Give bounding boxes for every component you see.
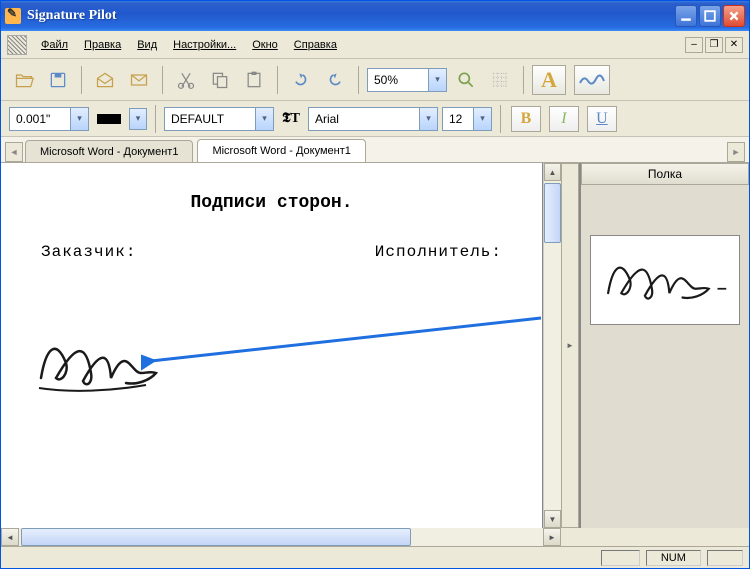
text-tool-button[interactable]: A xyxy=(532,65,566,95)
doc-horizontal-scrollbar[interactable]: ◄ ► xyxy=(1,528,749,546)
shelf-panel: Полка xyxy=(579,163,749,528)
color-dropdown[interactable]: ▾ xyxy=(129,108,147,130)
grid-button[interactable] xyxy=(485,65,515,95)
toolbar-main: A xyxy=(1,59,749,101)
scroll-left-button[interactable]: ◄ xyxy=(1,528,19,546)
italic-button[interactable]: I xyxy=(549,106,579,132)
mdi-minimize-button[interactable]: – xyxy=(685,37,703,53)
document-tabbar: ◄ Microsoft Word - Документ1 Microsoft W… xyxy=(1,137,749,163)
zoom-dropdown-button[interactable] xyxy=(428,69,446,91)
line-width-combo[interactable] xyxy=(9,107,89,131)
tab-doc2[interactable]: Microsoft Word - Документ1 xyxy=(197,139,365,162)
font-style-input[interactable] xyxy=(165,112,255,126)
tab-doc1[interactable]: Microsoft Word - Документ1 xyxy=(25,140,193,162)
signature-tool-button[interactable] xyxy=(574,65,610,95)
document-content: Подписи сторон. Заказчик: Исполнитель: xyxy=(1,163,542,528)
undo-button[interactable] xyxy=(286,65,316,95)
window-title: Signature Pilot xyxy=(27,8,675,24)
cut-button[interactable] xyxy=(171,65,201,95)
scroll-down-button[interactable]: ▼ xyxy=(544,510,561,528)
save-button[interactable] xyxy=(43,65,73,95)
drag-arrow-icon xyxy=(141,313,543,373)
mdi-close-button[interactable]: ✕ xyxy=(725,37,743,53)
font-family-dropdown[interactable] xyxy=(419,108,437,130)
toolbar-separator xyxy=(358,66,359,94)
underline-button[interactable]: U xyxy=(587,106,617,132)
doc-vertical-scrollbar[interactable]: ▲ ▼ xyxy=(543,163,561,528)
open-button[interactable] xyxy=(9,65,39,95)
redo-button[interactable] xyxy=(320,65,350,95)
signature-thumbnail[interactable] xyxy=(590,235,740,325)
toolbar-separator xyxy=(81,66,82,94)
mdi-restore-button[interactable]: ❐ xyxy=(705,37,723,53)
menu-view[interactable]: Вид xyxy=(129,35,165,55)
status-empty1 xyxy=(601,550,640,566)
font-style-combo[interactable] xyxy=(164,107,274,131)
toolbar-separator xyxy=(500,105,501,133)
doc-right-label: Исполнитель: xyxy=(375,243,502,261)
mail-open-button[interactable] xyxy=(90,65,120,95)
font-icon: 𝕿T xyxy=(278,111,304,127)
doc-left-label: Заказчик: xyxy=(41,243,136,261)
workarea: Подписи сторон. Заказчик: Исполнитель: ▲… xyxy=(1,163,749,528)
shelf-body[interactable] xyxy=(581,185,749,528)
font-family-combo[interactable] xyxy=(308,107,438,131)
close-button[interactable] xyxy=(723,5,745,27)
line-width-dropdown[interactable] xyxy=(70,108,88,130)
font-size-dropdown[interactable] xyxy=(473,108,491,130)
menubar: Файл Правка Вид Настройки... Окно Справк… xyxy=(1,31,749,59)
doc-heading: Подписи сторон. xyxy=(31,193,512,213)
menu-window[interactable]: Окно xyxy=(244,35,286,55)
tab-prev-button[interactable]: ◄ xyxy=(5,142,23,162)
copy-button[interactable] xyxy=(205,65,235,95)
toolbar-format: ▾ 𝕿T B I U xyxy=(1,101,749,137)
status-numlock: NUM xyxy=(646,550,701,566)
shelf-collapse-button[interactable]: ► xyxy=(561,163,579,528)
zoom-input[interactable] xyxy=(368,73,428,87)
toolbar-separator xyxy=(155,105,156,133)
search-button[interactable] xyxy=(451,65,481,95)
document-pane[interactable]: Подписи сторон. Заказчик: Исполнитель: xyxy=(1,163,543,528)
tab-next-button[interactable]: ► xyxy=(727,142,745,162)
menu-file[interactable]: Файл xyxy=(33,35,76,55)
toolbar-separator xyxy=(277,66,278,94)
menu-gripper-icon[interactable] xyxy=(7,35,27,55)
toolbar-separator xyxy=(523,66,524,94)
paste-button[interactable] xyxy=(239,65,269,95)
app-icon xyxy=(5,8,21,24)
statusbar: NUM xyxy=(1,546,749,568)
menu-help[interactable]: Справка xyxy=(286,35,345,55)
titlebar[interactable]: Signature Pilot xyxy=(1,1,749,31)
menu-settings[interactable]: Настройки... xyxy=(165,35,244,55)
toolbar-separator xyxy=(162,66,163,94)
color-swatch[interactable] xyxy=(97,114,121,124)
font-size-combo[interactable] xyxy=(442,107,492,131)
line-width-input[interactable] xyxy=(10,112,70,126)
zoom-combo[interactable] xyxy=(367,68,447,92)
mail-button[interactable] xyxy=(124,65,154,95)
menu-edit[interactable]: Правка xyxy=(76,35,129,55)
scroll-thumb-v[interactable] xyxy=(544,183,561,243)
maximize-button[interactable] xyxy=(699,5,721,27)
scroll-up-button[interactable]: ▲ xyxy=(544,163,561,181)
bold-button[interactable]: B xyxy=(511,106,541,132)
shelf-title: Полка xyxy=(581,163,749,185)
app-window: Signature Pilot Файл Правка Вид Настройк… xyxy=(0,0,750,569)
scroll-thumb-h[interactable] xyxy=(21,528,411,546)
font-size-input[interactable] xyxy=(443,112,473,126)
status-empty2 xyxy=(707,550,743,566)
font-family-input[interactable] xyxy=(309,112,419,126)
scroll-right-button[interactable]: ► xyxy=(543,528,561,546)
font-style-dropdown[interactable] xyxy=(255,108,273,130)
minimize-button[interactable] xyxy=(675,5,697,27)
